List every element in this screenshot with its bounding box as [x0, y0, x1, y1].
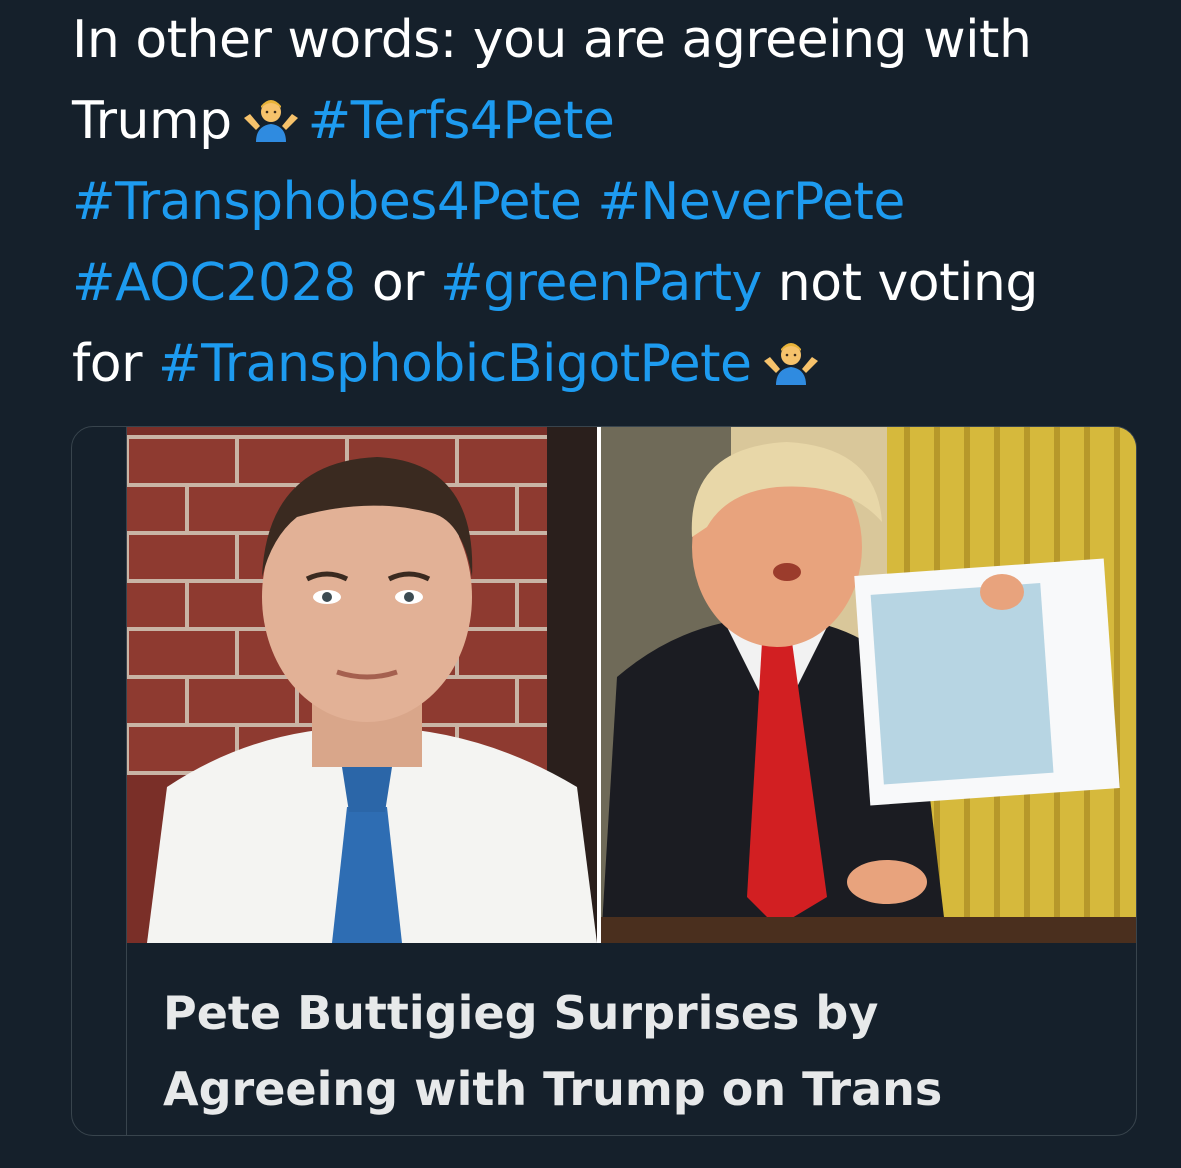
hashtag-link[interactable]: #Transphobes4Pete	[72, 172, 582, 232]
card-image[interactable]	[127, 427, 1136, 943]
tweet-text-segment: not voting	[777, 253, 1039, 313]
tweet-text-segment: In other words: you are agreeing with	[72, 10, 1032, 70]
card-title[interactable]: Pete Buttigieg Surprises by Agreeing wit…	[163, 975, 1103, 1127]
hashtag-link[interactable]: #AOC2028	[72, 253, 356, 313]
card-title-line: Agreeing with Trump on Trans	[163, 1062, 943, 1116]
card-image-right	[601, 427, 1136, 943]
hashtag-link[interactable]: #TransphobicBigotPete	[158, 334, 752, 394]
tweet-line-4: #AOC2028 or #greenParty not voting	[72, 243, 1152, 324]
tweet-line-1: In other words: you are agreeing with	[72, 0, 1152, 81]
tweet-line-5: for #TransphobicBigotPete	[72, 324, 1152, 405]
hashtag-link[interactable]: #Terfs4Pete	[308, 91, 615, 151]
hashtag-link[interactable]: #NeverPete	[597, 172, 905, 232]
person-shrugging-icon	[242, 85, 300, 142]
card-content[interactable]: Pete Buttigieg Surprises by Agreeing wit…	[126, 427, 1136, 1135]
card-image-left	[127, 427, 629, 943]
tweet-text: In other words: you are agreeing with Tr…	[72, 0, 1152, 405]
person-shrugging-icon	[762, 328, 820, 385]
tweet-line-2: Trump #Terfs4Pete	[72, 81, 1152, 162]
link-preview-card[interactable]: Pete Buttigieg Surprises by Agreeing wit…	[71, 426, 1137, 1136]
tweet-text-segment: Trump	[72, 91, 232, 151]
tweet-text-segment: or	[371, 253, 425, 313]
tweet-line-3: #Transphobes4Pete #NeverPete	[72, 162, 1152, 243]
tweet-text-segment: for	[72, 334, 143, 394]
hashtag-link[interactable]: #greenParty	[440, 253, 762, 313]
card-title-line: Pete Buttigieg Surprises by	[163, 986, 879, 1040]
